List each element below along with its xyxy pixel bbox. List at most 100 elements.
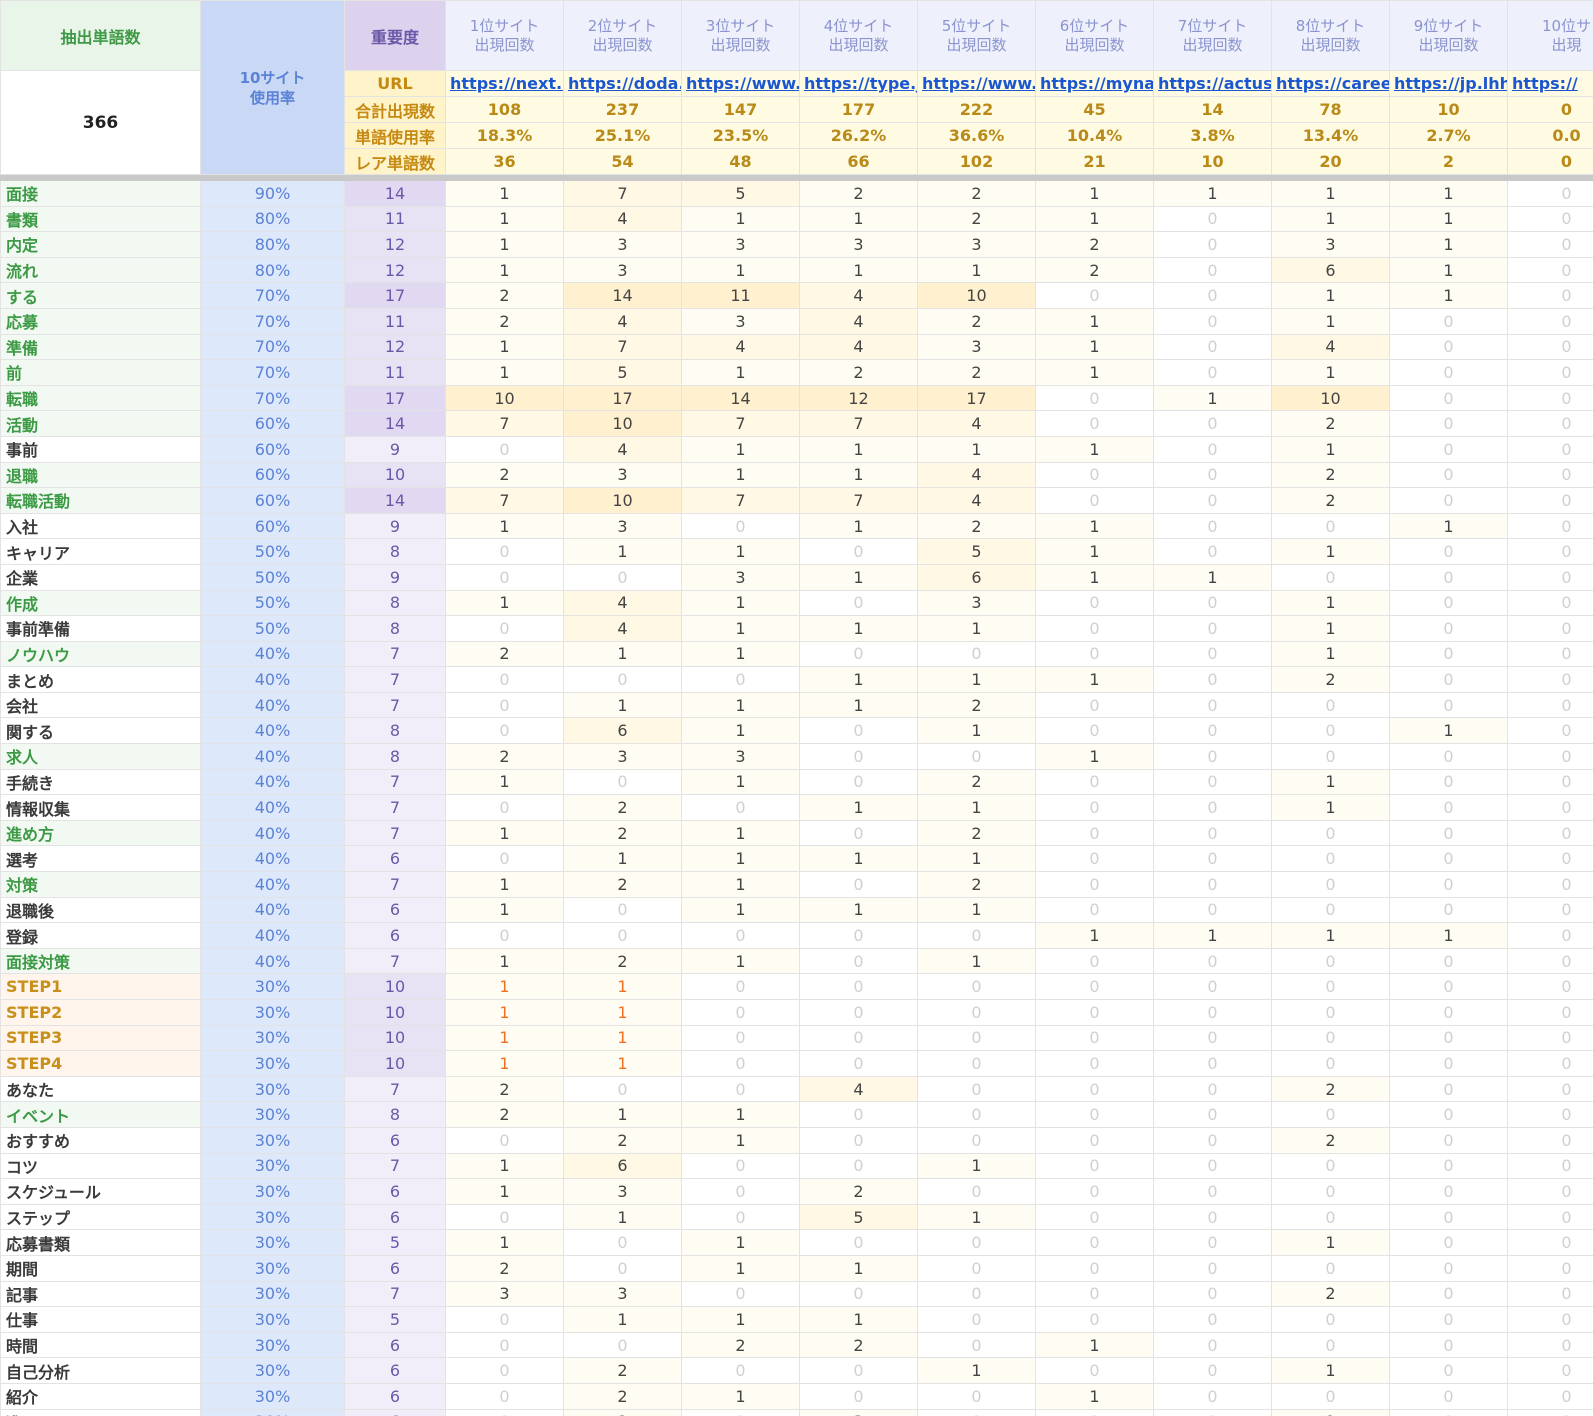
- site-url-link-7[interactable]: https://actus-: [1153, 70, 1272, 97]
- count-cell[interactable]: 0: [1389, 589, 1508, 617]
- keyword-cell[interactable]: ステップ: [0, 1203, 201, 1231]
- importance-cell[interactable]: 7: [344, 871, 446, 898]
- count-cell[interactable]: 3: [563, 743, 682, 770]
- count-cell[interactable]: 0: [1389, 1203, 1508, 1231]
- count-cell[interactable]: 0: [1389, 1050, 1508, 1077]
- count-cell[interactable]: 1: [1153, 384, 1272, 412]
- usage-rate-cell[interactable]: 40%: [200, 896, 345, 924]
- count-cell[interactable]: 6: [1271, 256, 1390, 284]
- count-cell[interactable]: 2: [445, 307, 564, 335]
- total-row-label[interactable]: 合計出現数: [344, 96, 446, 123]
- importance-cell[interactable]: 8: [344, 1101, 446, 1128]
- count-cell[interactable]: 0: [1507, 691, 1593, 719]
- count-cell[interactable]: 0: [1035, 896, 1154, 924]
- count-cell[interactable]: 1: [917, 1152, 1036, 1180]
- count-cell[interactable]: 2: [563, 819, 682, 847]
- site-header-7[interactable]: 7位サイト 出現回数: [1153, 0, 1272, 71]
- count-cell[interactable]: 0: [1271, 691, 1390, 719]
- count-cell[interactable]: 0: [1153, 896, 1272, 924]
- count-cell[interactable]: 0: [1035, 1126, 1154, 1154]
- count-cell[interactable]: 0: [1389, 1152, 1508, 1180]
- count-cell[interactable]: 2: [563, 1382, 682, 1410]
- count-cell[interactable]: 0: [445, 1203, 564, 1231]
- importance-cell[interactable]: 11: [344, 359, 446, 386]
- count-cell[interactable]: 1: [1271, 435, 1390, 463]
- site-total-3[interactable]: 147: [681, 96, 800, 123]
- importance-cell[interactable]: 14: [344, 410, 446, 437]
- count-cell[interactable]: 0: [681, 1050, 800, 1077]
- count-cell[interactable]: 1: [1035, 1382, 1154, 1410]
- count-cell[interactable]: 0: [1389, 845, 1508, 873]
- keyword-cell[interactable]: 事前準備: [0, 615, 201, 642]
- extracted-words-count[interactable]: 366: [0, 70, 201, 175]
- count-cell[interactable]: 0: [1035, 1024, 1154, 1052]
- count-cell[interactable]: 0: [1035, 1075, 1154, 1103]
- count-cell[interactable]: 2: [917, 871, 1036, 898]
- count-cell[interactable]: 4: [799, 282, 918, 309]
- count-cell[interactable]: 14: [681, 384, 800, 412]
- count-cell[interactable]: 3: [563, 1280, 682, 1308]
- count-cell[interactable]: 0: [1389, 1075, 1508, 1103]
- count-cell[interactable]: 0: [917, 1408, 1036, 1416]
- keyword-cell[interactable]: 転職: [0, 384, 201, 412]
- usage-rate-cell[interactable]: 30%: [200, 1075, 345, 1103]
- count-cell[interactable]: 0: [917, 1229, 1036, 1256]
- count-cell[interactable]: 1: [917, 947, 1036, 975]
- count-cell[interactable]: 0: [1271, 1203, 1390, 1231]
- count-cell[interactable]: 3: [563, 231, 682, 258]
- count-cell[interactable]: 0: [917, 1024, 1036, 1052]
- keyword-cell[interactable]: 応募書類: [0, 1229, 201, 1256]
- count-cell[interactable]: 2: [1271, 410, 1390, 437]
- importance-cell[interactable]: 9: [344, 563, 446, 591]
- count-cell[interactable]: 4: [563, 205, 682, 233]
- count-cell[interactable]: 1: [1271, 640, 1390, 668]
- count-cell[interactable]: 0: [1035, 640, 1154, 668]
- keyword-cell[interactable]: 内定: [0, 231, 201, 258]
- count-cell[interactable]: 0: [1035, 794, 1154, 821]
- count-cell[interactable]: 0: [1507, 1382, 1593, 1410]
- keyword-cell[interactable]: 手続き: [0, 768, 201, 796]
- usage-rate-cell[interactable]: 30%: [200, 1024, 345, 1052]
- count-cell[interactable]: 1: [445, 1229, 564, 1256]
- count-cell[interactable]: 0: [1153, 666, 1272, 693]
- importance-cell[interactable]: 6: [344, 922, 446, 949]
- count-cell[interactable]: 0: [1507, 922, 1593, 949]
- count-cell[interactable]: 0: [1153, 410, 1272, 437]
- count-cell[interactable]: 0: [1153, 691, 1272, 719]
- count-cell[interactable]: 0: [1153, 1024, 1272, 1052]
- site-header-3[interactable]: 3位サイト 出現回数: [681, 0, 800, 71]
- count-cell[interactable]: 1: [917, 435, 1036, 463]
- keyword-cell[interactable]: 進める: [0, 1408, 201, 1416]
- count-cell[interactable]: 1: [1035, 1331, 1154, 1359]
- importance-cell[interactable]: 6: [344, 1126, 446, 1154]
- importance-cell[interactable]: 7: [344, 1152, 446, 1180]
- count-cell[interactable]: 0: [445, 794, 564, 821]
- count-cell[interactable]: 0: [1035, 717, 1154, 745]
- keyword-cell[interactable]: 退職: [0, 461, 201, 489]
- importance-cell[interactable]: 6: [344, 1357, 446, 1384]
- count-cell[interactable]: 0: [1153, 1357, 1272, 1384]
- count-cell[interactable]: 1: [1389, 180, 1508, 207]
- count-cell[interactable]: 5: [563, 359, 682, 386]
- count-cell[interactable]: 0: [1035, 1152, 1154, 1180]
- count-cell[interactable]: 0: [681, 666, 800, 693]
- count-cell[interactable]: 0: [1153, 231, 1272, 258]
- count-cell[interactable]: 0: [1035, 819, 1154, 847]
- count-cell[interactable]: 3: [799, 231, 918, 258]
- count-cell[interactable]: 1: [681, 1306, 800, 1333]
- count-cell[interactable]: 1: [799, 845, 918, 873]
- count-cell[interactable]: 2: [917, 205, 1036, 233]
- usage-rate-cell[interactable]: 30%: [200, 1408, 345, 1416]
- extracted-words-label[interactable]: 抽出単語数: [0, 0, 201, 71]
- site-header-5[interactable]: 5位サイト 出現回数: [917, 0, 1036, 71]
- count-cell[interactable]: 1: [917, 845, 1036, 873]
- count-cell[interactable]: 4: [799, 307, 918, 335]
- count-cell[interactable]: 0: [1153, 973, 1272, 1000]
- count-cell[interactable]: 0: [1389, 1024, 1508, 1052]
- count-cell[interactable]: 0: [799, 922, 918, 949]
- count-cell[interactable]: 0: [1389, 819, 1508, 847]
- site-total-7[interactable]: 14: [1153, 96, 1272, 123]
- count-cell[interactable]: 0: [1389, 333, 1508, 361]
- count-cell[interactable]: 1: [563, 1050, 682, 1077]
- count-cell[interactable]: 0: [1035, 1101, 1154, 1128]
